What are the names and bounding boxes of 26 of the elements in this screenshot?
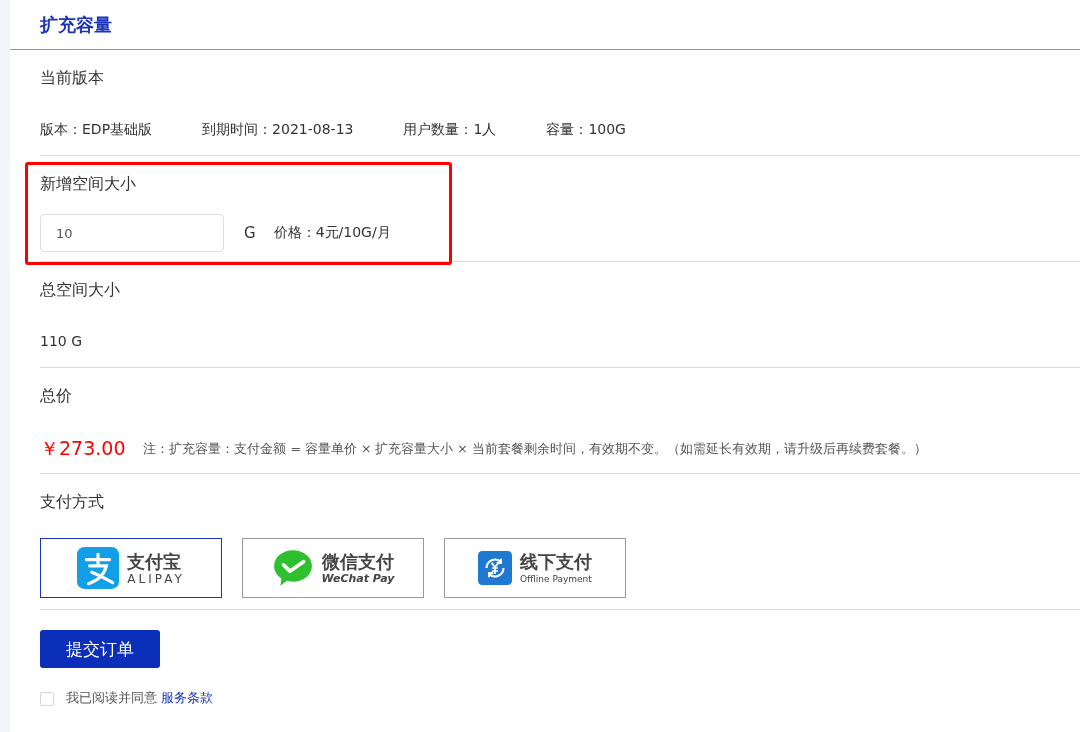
section-heading: 总空间大小 — [40, 279, 121, 300]
version-info: 用户数量：1人 — [403, 121, 497, 139]
payment-option[interactable]: 微信支付 WeChat Pay — [242, 538, 424, 598]
section-heading: 支付方式 — [40, 491, 105, 512]
section-heading: 当前版本 — [40, 67, 105, 88]
submit-order-button[interactable]: 提交订单 — [40, 630, 160, 668]
alipay-logo-icon — [77, 547, 120, 589]
page-title: 扩充容量 — [40, 12, 112, 37]
space-input[interactable]: 10 — [40, 214, 224, 252]
version-info: 容量：100G — [546, 121, 626, 139]
terms-link[interactable]: 服务条款 — [161, 690, 213, 707]
total-space-value: 110 G — [40, 333, 83, 349]
payment-option[interactable]: 线下支付 Offline Payment — [444, 538, 626, 598]
version-info: 到期时间：2021-08-13 — [202, 121, 354, 139]
price-label: 价格：4元/10G/月 — [273, 224, 391, 242]
unit-label: G — [244, 224, 256, 242]
total-price: ￥273.00 — [40, 436, 126, 461]
price-note: 注：扩充容量：支付金额 = 容量单价 × 扩充容量大小 × 当前套餐剩余时间，有效期不变。（如需延长有效期，请升级后再续费套餐。） — [143, 440, 927, 458]
section-heading: 总价 — [40, 385, 73, 406]
agreement-checkbox[interactable] — [40, 691, 54, 706]
currency-exchange-icon — [478, 551, 512, 585]
agreement-text: 我已阅读并同意 — [66, 690, 157, 707]
payment-option[interactable]: 支付宝 ALIPAY — [40, 538, 222, 598]
section-heading: 新增空间大小 — [40, 173, 137, 194]
chat-bubble-icon — [271, 547, 314, 589]
version-info: 版本：EDP基础版 — [40, 121, 153, 139]
